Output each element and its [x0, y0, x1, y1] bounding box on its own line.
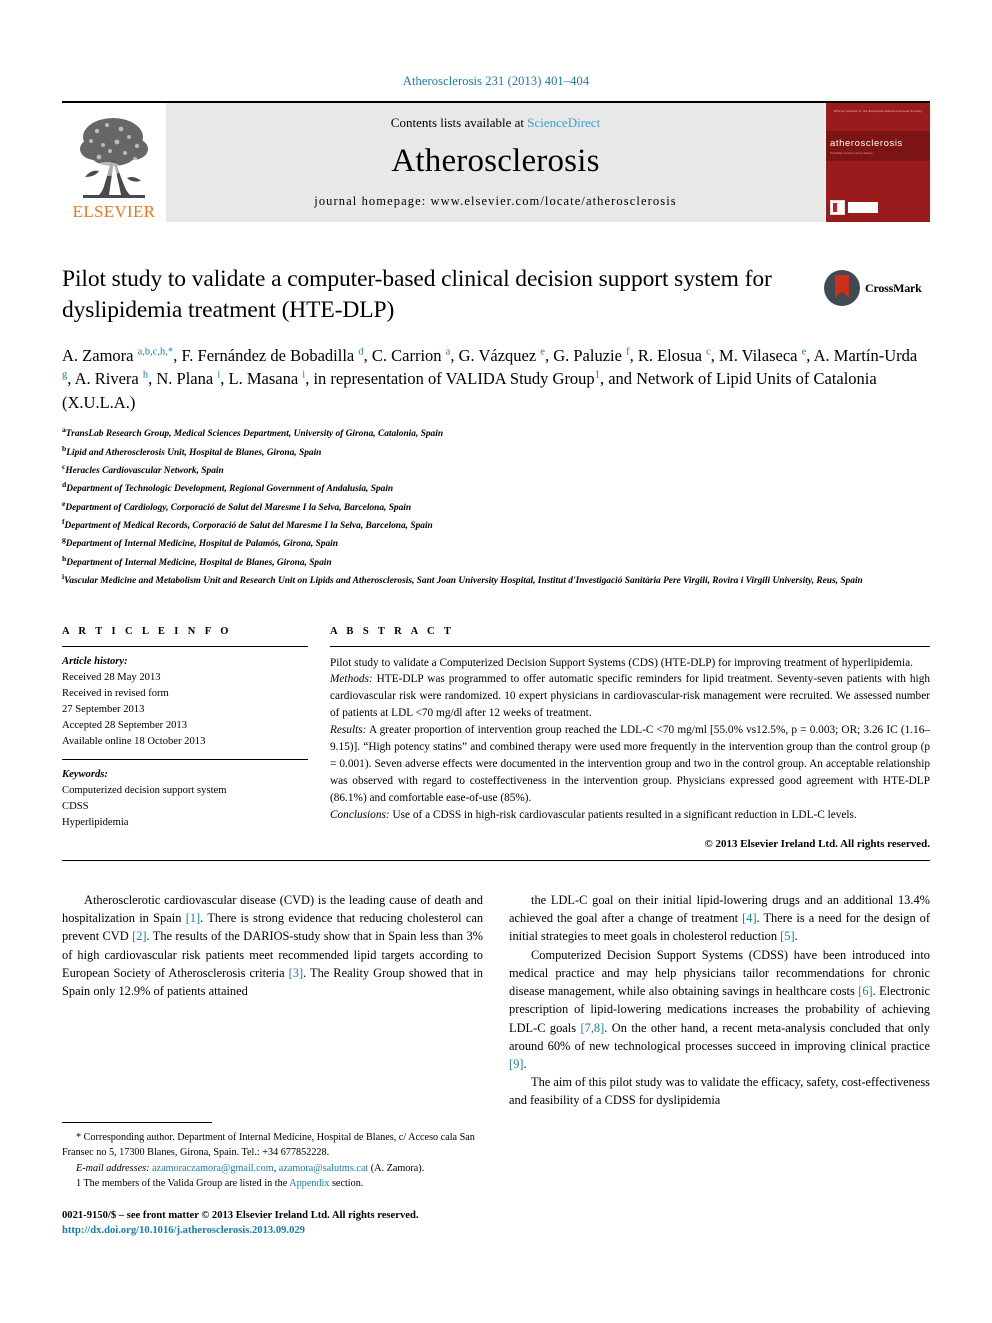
- affiliation-item: fDepartment of Medical Records, Corporac…: [62, 517, 433, 532]
- methods-label: Methods:: [330, 673, 373, 686]
- cover-journal-subtitle: Including coronary artery disease: [830, 150, 873, 155]
- cover-top-text: Oficial journal of the European Atherosc…: [833, 109, 923, 113]
- cover-journal-title: atherosclerosis: [830, 137, 903, 149]
- affiliation-item: aTransLab Research Group, Medical Scienc…: [62, 425, 444, 440]
- paragraph: the LDL-C goal on their initial lipid-lo…: [509, 892, 930, 944]
- keyword-item: Computerized decision support system: [62, 785, 227, 797]
- paragraph: Computerized Decision Support Systems (C…: [509, 947, 931, 1072]
- abstract-intro: Pilot study to validate a Computerized D…: [330, 656, 913, 669]
- abstract-results: Results: A greater proportion of interve…: [330, 722, 930, 807]
- article-history-group: Article history: Received 28 May 2013 Re…: [62, 654, 308, 751]
- page-title: Pilot study to validate a computer-based…: [62, 266, 772, 324]
- results-text: A greater proportion of intervention gro…: [330, 724, 930, 805]
- info-abstract-section: A R T I C L E I N F O Article history: R…: [62, 626, 930, 850]
- affiliation-item: iVascular Medicine and Metabolism Unit a…: [62, 572, 863, 587]
- crossmark-label: CrossMark: [865, 280, 922, 295]
- cover-publisher-mark: [848, 202, 878, 213]
- elsevier-wordmark: ELSEVIER: [72, 202, 156, 221]
- abstract-methods: Methods: HTE-DLP was programmed to offer…: [330, 671, 930, 722]
- elsevier-tree-icon: [77, 115, 151, 203]
- methods-text: HTE-DLP was programmed to offer automati…: [330, 673, 930, 720]
- history-line: Received 28 May 2013: [62, 671, 161, 683]
- keywords-label: Keywords:: [62, 769, 108, 781]
- corresponding-author-note: * Corresponding author. Department of In…: [62, 1132, 475, 1159]
- journal-masthead: ELSEVIER Contents lists available at Sci…: [62, 101, 930, 222]
- article-info-body: Article history: Received 28 May 2013 Re…: [62, 647, 308, 832]
- conclusions-text: Use of a CDSS in high-risk cardiovascula…: [389, 808, 857, 821]
- footnote-rule: [62, 1122, 212, 1123]
- footnote-block: * Corresponding author. Department of In…: [62, 1122, 483, 1191]
- article-header: CrossMark Pilot study to validate a comp…: [62, 264, 930, 590]
- email-label: E-mail addresses:: [76, 1162, 150, 1174]
- elsevier-logo: ELSEVIER: [62, 103, 166, 222]
- email-link-1[interactable]: azamoraczamora@gmail.com: [152, 1163, 274, 1174]
- cover-title-band: atherosclerosis Including coronary arter…: [826, 131, 930, 161]
- affiliation-item: dDepartment of Technologic Development, …: [62, 480, 394, 495]
- affiliation-item: cHeracles Cardiovascular Network, Spain: [62, 462, 224, 477]
- running-head: Atherosclerosis 231 (2013) 401–404: [402, 74, 590, 88]
- journal-homepage-link[interactable]: journal homepage: www.elsevier.com/locat…: [314, 194, 676, 209]
- valida-suffix: section.: [329, 1177, 364, 1189]
- sciencedirect-link[interactable]: ScienceDirect: [527, 115, 600, 130]
- abstract-conclusions: Conclusions: Use of a CDSS in high-risk …: [330, 807, 930, 824]
- author-list: A. Zamora a,b,c,h,*, F. Fernández de Bob…: [62, 346, 918, 412]
- cover-badge-icon: [830, 200, 845, 215]
- email-addresses-note: E-mail addresses: azamoraczamora@gmail.c…: [62, 1161, 483, 1176]
- valida-prefix: 1 The members of the Valida Group are li…: [76, 1177, 290, 1189]
- affiliation-item: bLipid and Atherosclerosis Unit, Hospita…: [62, 443, 322, 458]
- body-right-column: the LDL-C goal on their initial lipid-lo…: [509, 891, 930, 1110]
- abstract-body: Pilot study to validate a Computerized D…: [330, 647, 930, 824]
- history-line: Accepted 28 September 2013: [62, 719, 188, 731]
- section-divider: [62, 859, 930, 861]
- keyword-item: CDSS: [62, 801, 89, 813]
- affiliation-item: hDepartment of Internal Medicine, Hospit…: [62, 553, 332, 568]
- crossmark-icon: [824, 270, 860, 306]
- keyword-item: Hyperlipidemia: [62, 817, 129, 829]
- history-line: Received in revised form: [62, 687, 169, 699]
- abstract-column: A B S T R A C T Pilot study to validate …: [330, 626, 930, 850]
- history-line: 27 September 2013: [62, 703, 145, 715]
- contents-available-line: Contents lists available at ScienceDirec…: [391, 115, 600, 131]
- email-link-2[interactable]: azamora@salutms.cat: [279, 1163, 368, 1174]
- page-footer: 0021-9150/$ – see front matter © 2013 El…: [62, 1208, 492, 1239]
- affiliation-list: aTransLab Research Group, Medical Scienc…: [62, 424, 930, 589]
- paragraph: The aim of this pilot study was to valid…: [509, 1075, 930, 1108]
- results-label: Results:: [330, 724, 367, 737]
- history-line: Available online 18 October 2013: [62, 736, 206, 747]
- doi-link[interactable]: http://dx.doi.org/10.1016/j.atherosclero…: [62, 1223, 492, 1238]
- article-info-column: A R T I C L E I N F O Article history: R…: [62, 626, 308, 850]
- journal-contents-box: Contents lists available at ScienceDirec…: [166, 103, 825, 222]
- conclusions-label: Conclusions:: [330, 808, 390, 821]
- cover-footer-marks: [830, 200, 878, 215]
- abstract-heading: A B S T R A C T: [330, 625, 455, 637]
- journal-cover-thumbnail: Oficial journal of the European Atherosc…: [825, 103, 930, 222]
- article-history-label: Article history:: [62, 655, 128, 667]
- affiliation-item: eDepartment of Cardiology, Corporació de…: [62, 498, 412, 513]
- body-left-column: Atherosclerotic cardiovascular disease (…: [62, 891, 483, 1110]
- article-info-heading: A R T I C L E I N F O: [62, 625, 232, 637]
- appendix-link[interactable]: Appendix: [289, 1178, 329, 1189]
- contents-prefix: Contents lists available at: [390, 114, 528, 130]
- affiliation-item: gDepartment of Internal Medicine, Hospit…: [62, 535, 338, 550]
- issn-copyright-line: 0021-9150/$ – see front matter © 2013 El…: [62, 1210, 419, 1221]
- email-suffix: (A. Zamora).: [370, 1162, 425, 1174]
- valida-group-note: 1 The members of the Valida Group are li…: [62, 1176, 483, 1191]
- keywords-group: Keywords: Computerized decision support …: [62, 760, 308, 831]
- crossmark-badge[interactable]: CrossMark: [824, 268, 930, 308]
- paper-page: Atherosclerosis 231 (2013) 401–404 ELSEV…: [0, 0, 992, 1323]
- body-text: Atherosclerotic cardiovascular disease (…: [62, 891, 930, 1110]
- abstract-copyright: © 2013 Elsevier Ireland Ltd. All rights …: [704, 837, 930, 850]
- paragraph: Atherosclerotic cardiovascular disease (…: [62, 892, 484, 999]
- journal-title: Atherosclerosis: [391, 142, 600, 179]
